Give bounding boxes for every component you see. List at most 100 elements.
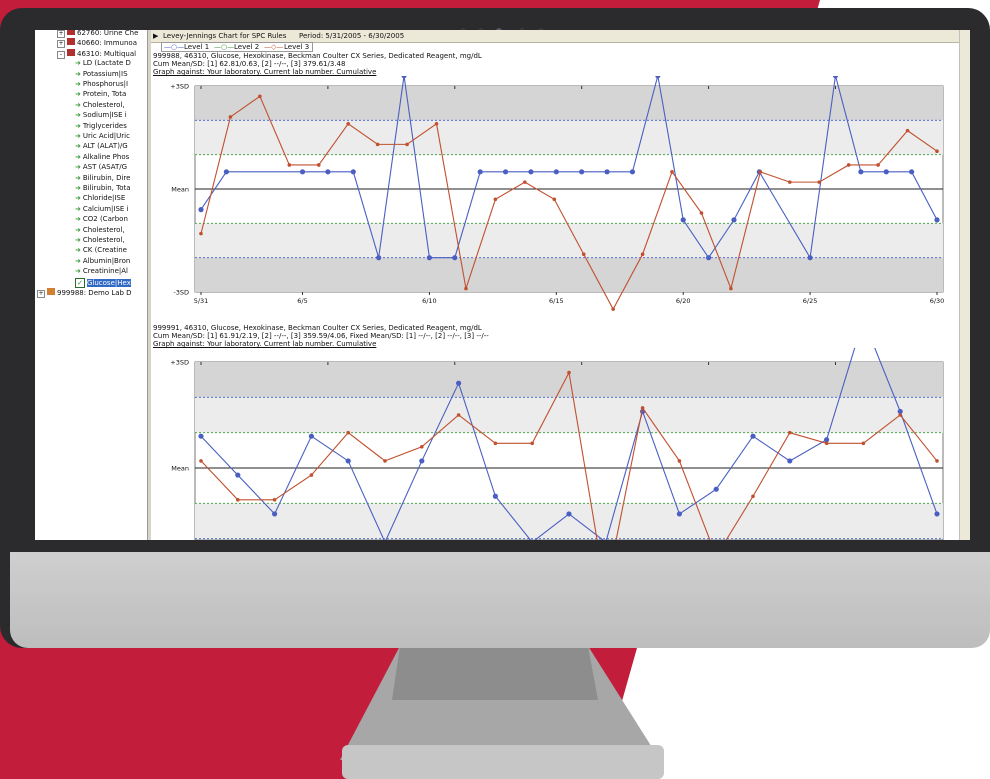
data-point-level3 (434, 121, 439, 126)
tree-item[interactable]: ➜ Cholesterol, (75, 101, 125, 110)
tree-item[interactable]: ➜ AST (ASAT/G (75, 163, 127, 172)
zone-beyond-2sd (195, 362, 943, 398)
data-point-level1 (655, 76, 661, 79)
tree-item-label: Triglycerides (82, 121, 127, 130)
tree-item[interactable]: ➜ Calcium|ISE i (75, 205, 129, 214)
test-analyte-icon: ➜ (75, 194, 81, 203)
data-point-level3 (272, 498, 277, 502)
tree-item[interactable]: ➜ Potassium|IS (75, 70, 128, 79)
legend-level2-icon: —○— (214, 43, 235, 51)
test-analyte-icon: ➜ (75, 267, 81, 276)
tree-item[interactable]: ➜ Bilirubin, Dire (75, 174, 130, 183)
data-point-level3 (699, 211, 704, 215)
data-point-level3 (456, 413, 461, 417)
data-point-level3 (523, 180, 527, 184)
tree-item-label: CK (Creatine (82, 246, 127, 255)
test-analyte-icon: ➜ (75, 80, 81, 88)
test-analyte-icon: ➜ (75, 142, 81, 151)
data-point-level3 (287, 163, 292, 167)
expand-arrow-icon[interactable]: ▶ (153, 32, 158, 40)
tree-item-label: Alkaline Phos (82, 152, 130, 161)
expand-toggle-icon[interactable]: + (57, 30, 65, 38)
data-point-level3 (567, 370, 571, 375)
tree-item[interactable]: ➜ Phosphorus|I (75, 80, 128, 89)
data-point-level3 (824, 441, 829, 446)
data-point-level1 (750, 433, 756, 439)
y-tick-label: +3SD (170, 83, 189, 91)
tree-item[interactable]: ➜ Creatinine|Al (75, 267, 128, 276)
data-point-level1 (731, 217, 737, 223)
tree-item[interactable]: ➜ CK (Creatine (75, 246, 127, 255)
data-point-level3 (935, 459, 939, 463)
tree-item-label: Potassium|IS (82, 69, 128, 78)
data-point-level1 (198, 207, 204, 213)
legend-level3-icon: —◇— (264, 43, 284, 51)
test-analyte-icon: ➜ (75, 215, 81, 224)
tree-item[interactable]: ➜ Sodium|ISE i (75, 111, 127, 120)
tree-item[interactable]: ➜ CO2 (Carbon (75, 215, 128, 224)
test-analyte-icon: ➜ (75, 90, 81, 99)
tree-item-label: Uric Acid|Uric (82, 132, 130, 140)
tree-item[interactable]: ➜ Cholesterol, (75, 226, 125, 235)
test-analyte-icon: ➜ (75, 173, 81, 182)
tree-item-label: Protein, Tota (82, 90, 127, 99)
expand-toggle-icon[interactable]: + (57, 40, 65, 49)
data-point-level3 (876, 163, 880, 167)
data-point-level3 (236, 498, 240, 502)
data-point-level1 (308, 433, 314, 439)
tree-item[interactable]: ➜ Albumin|Bron (75, 257, 130, 266)
legend-level3: Level 3 (284, 43, 310, 51)
expand-toggle-icon[interactable]: + (37, 290, 45, 298)
data-point-level1 (376, 255, 382, 261)
y-tick-label: Mean (171, 186, 189, 194)
legend-level2: Level 2 (234, 43, 260, 51)
data-point-level1 (934, 217, 940, 223)
tree-item-label: 46310: Multiqual (77, 49, 137, 58)
series-legend: —○— Level 1 —○— Level 2 —◇— Level 3 (161, 42, 313, 52)
expand-toggle-icon[interactable]: - (57, 50, 65, 59)
data-point-level1 (787, 458, 793, 464)
tree-item[interactable]: ✓ Glucose|Hex (75, 277, 131, 288)
vertical-scrollbar[interactable] (959, 30, 970, 540)
x-tick-label: 6/10 (422, 297, 437, 305)
test-analyte-icon: ➜ (75, 256, 81, 265)
data-point-level1 (477, 169, 483, 175)
panel1-stats: Cum Mean/SD: [1] 62.81/0.63, [2] --/--, … (153, 60, 346, 68)
data-point-level3 (258, 94, 262, 99)
data-point-level1 (492, 493, 498, 499)
tree-item[interactable]: +62760: Urine Che (57, 30, 138, 38)
tree-item[interactable]: ➜ Alkaline Phos (75, 153, 129, 162)
data-point-level3 (493, 197, 498, 202)
test-analyte-icon: ➜ (75, 225, 81, 234)
test-analyte-icon: ➜ (75, 184, 81, 192)
tree-item[interactable]: ➜ Cholesterol, (75, 236, 125, 245)
tree-item[interactable]: +40660: Immunoa (57, 38, 137, 49)
tree-item[interactable]: ➜ Protein, Tota (75, 90, 126, 99)
data-point-level3 (375, 142, 380, 147)
data-point-level1 (604, 169, 610, 175)
data-point-level1 (299, 169, 306, 175)
tree-item[interactable]: ➜ LD (Lactate D (75, 59, 131, 68)
tree-item[interactable]: +999988: Demo Lab D (37, 288, 132, 298)
tree-item[interactable]: ➜ Chloride|ISE (75, 194, 125, 203)
tree-item-label: Creatinine|Al (82, 267, 128, 276)
tree-item-label: Phosphorus|I (82, 80, 129, 88)
tree-item[interactable]: ➜ Triglycerides (75, 122, 127, 131)
checkbox-checked-icon[interactable]: ✓ (75, 277, 85, 288)
data-point-level3 (383, 459, 387, 463)
tree-item[interactable]: ➜ Uric Acid|Uric (75, 132, 130, 141)
test-analyte-icon: ➜ (75, 236, 81, 244)
data-point-level3 (898, 413, 902, 417)
data-point-level3 (640, 252, 645, 257)
x-tick-label: 6/20 (676, 297, 691, 305)
zone-beyond-minus-2sd (195, 257, 943, 292)
data-point-level3 (861, 441, 866, 446)
data-point-level1 (325, 169, 331, 175)
data-point-level1 (705, 255, 712, 261)
tree-item[interactable]: ➜ Bilirubin, Tota (75, 184, 131, 193)
tree-item-label: 62760: Urine Che (77, 30, 139, 37)
tree-item[interactable]: - 46310: Multiqual (57, 48, 137, 59)
test-analyte-icon: ➜ (75, 111, 81, 120)
data-point-level3 (788, 180, 792, 184)
tree-item[interactable]: ➜ ALT (ALAT)/G (75, 142, 128, 151)
